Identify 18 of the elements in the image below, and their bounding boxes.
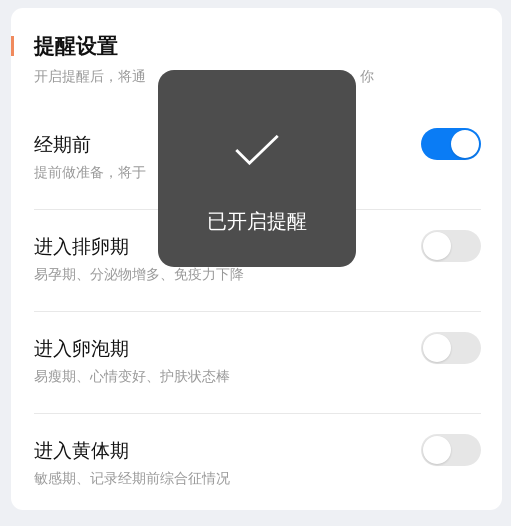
setting-description: 提前做准备，将于	[34, 164, 146, 182]
section-title: 提醒设置	[34, 33, 118, 60]
toast-message: 已开启提醒	[207, 208, 307, 235]
accent-bar	[11, 36, 14, 56]
section-subtitle: 开启提醒后，将通	[34, 68, 146, 86]
checkmark-icon	[234, 134, 280, 166]
setting-description: 易孕期、分泌物增多、免疫力下降	[34, 266, 244, 284]
setting-title: 经期前	[34, 133, 91, 158]
setting-title: 进入排卵期	[34, 235, 129, 260]
toggle-switch[interactable]	[421, 230, 481, 262]
setting-description: 敏感期、记录经期前综合征情况	[34, 470, 230, 488]
toggle-switch[interactable]	[421, 128, 481, 160]
setting-title: 进入卵泡期	[34, 337, 129, 362]
toggle-switch[interactable]	[421, 434, 481, 466]
toggle-switch[interactable]	[421, 332, 481, 364]
setting-description: 易瘦期、心情变好、护肤状态棒	[34, 368, 230, 386]
setting-title: 进入黄体期	[34, 439, 129, 464]
section-subtitle: 你	[360, 68, 374, 86]
